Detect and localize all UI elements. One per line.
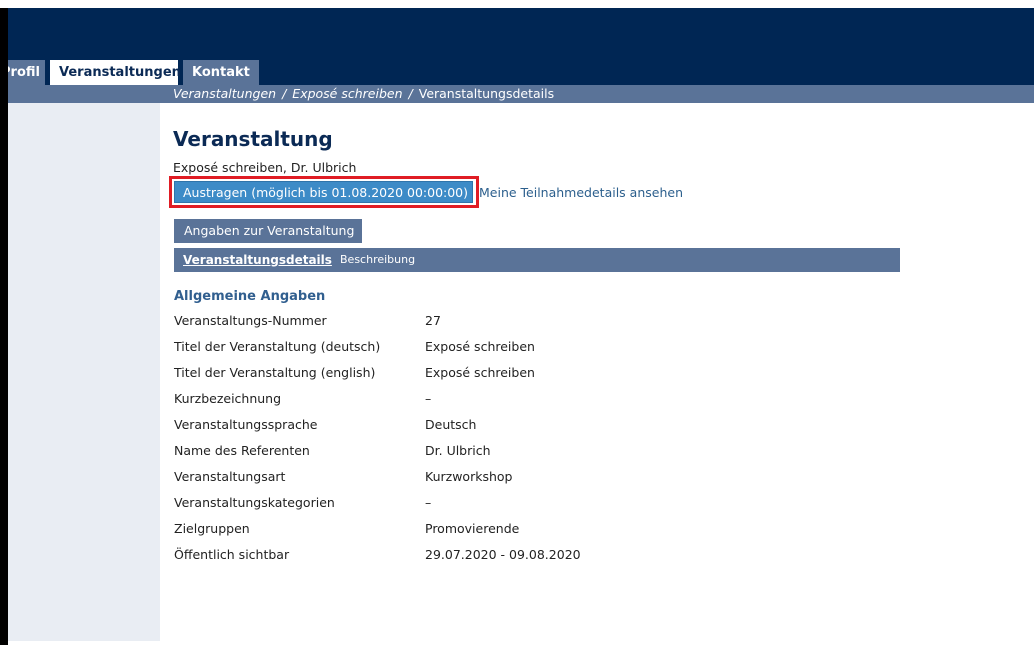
row-label: Zielgruppen	[174, 521, 250, 536]
table-row: Veranstaltungsart Kurzworkshop	[174, 466, 874, 492]
row-value: –	[425, 495, 432, 510]
row-label: Titel der Veranstaltung (deutsch)	[174, 339, 381, 354]
angaben-button[interactable]: Angaben zur Veranstaltung	[174, 219, 362, 243]
page-subtitle: Exposé schreiben, Dr. Ulbrich	[173, 160, 357, 175]
breadcrumb-current: Veranstaltungsdetails	[418, 86, 555, 101]
table-row: Öffentlich sichtbar 29.07.2020 - 09.08.2…	[174, 544, 874, 570]
detail-subtabs: Veranstaltungsdetails Beschreibung	[174, 248, 900, 272]
breadcrumb-bar: Veranstaltungen / Exposé schreiben / Veranst…	[8, 85, 1034, 103]
highlight-annotation	[169, 176, 479, 208]
row-value: Exposé schreiben	[425, 365, 535, 380]
breadcrumb: Veranstaltungen / Exposé schreiben / Veranst…	[173, 85, 554, 103]
table-row: Name des Referenten Dr. Ulbrich	[174, 440, 874, 466]
main-nav-tabs: Profil Veranstaltungen Kontakt	[8, 60, 259, 85]
tab-profil[interactable]: Profil	[8, 60, 45, 85]
table-row: Veranstaltungssprache Deutsch	[174, 414, 874, 440]
page-title: Veranstaltung	[173, 127, 333, 151]
row-value: Promovierende	[425, 521, 520, 536]
table-row: Titel der Veranstaltung (english) Exposé…	[174, 362, 874, 388]
teilnahmedetails-link[interactable]: Meine Teilnahmedetails ansehen	[479, 185, 683, 200]
row-value: 29.07.2020 - 09.08.2020	[425, 547, 581, 562]
frame-top-border	[0, 0, 1034, 8]
table-row: Veranstaltungskategorien –	[174, 492, 874, 518]
row-label: Name des Referenten	[174, 443, 310, 458]
section-title: Allgemeine Angaben	[174, 289, 326, 304]
breadcrumb-link-expose[interactable]: Exposé schreiben	[292, 86, 402, 101]
row-value: Exposé schreiben	[425, 339, 535, 354]
row-value: Kurzworkshop	[425, 469, 513, 484]
row-value: –	[425, 391, 432, 406]
row-label: Veranstaltungsart	[174, 469, 286, 484]
detail-table: Veranstaltungs-Nummer 27 Titel der Veran…	[174, 310, 874, 570]
page-frame: Profil Veranstaltungen Kontakt Veranstal…	[8, 8, 1034, 641]
subtab-beschreibung[interactable]: Beschreibung	[340, 248, 415, 272]
subtab-veranstaltungsdetails[interactable]: Veranstaltungsdetails	[174, 248, 332, 272]
breadcrumb-separator: /	[408, 86, 413, 101]
row-label: Titel der Veranstaltung (english)	[174, 365, 376, 380]
row-label: Veranstaltungssprache	[174, 417, 318, 432]
sidebar	[8, 103, 160, 641]
row-label: Veranstaltungskategorien	[174, 495, 335, 510]
table-row: Zielgruppen Promovierende	[174, 518, 874, 544]
tab-kontakt[interactable]: Kontakt	[183, 60, 259, 85]
table-row: Kurzbezeichnung –	[174, 388, 874, 414]
row-label: Veranstaltungs-Nummer	[174, 313, 327, 328]
row-label: Kurzbezeichnung	[174, 391, 282, 406]
row-value: 27	[425, 313, 441, 328]
row-value: Deutsch	[425, 417, 477, 432]
row-label: Öffentlich sichtbar	[174, 547, 290, 562]
breadcrumb-separator: /	[282, 86, 287, 101]
row-value: Dr. Ulbrich	[425, 443, 491, 458]
frame-left-border	[0, 8, 8, 645]
breadcrumb-link-veranstaltungen[interactable]: Veranstaltungen	[173, 86, 276, 101]
tab-veranstaltungen[interactable]: Veranstaltungen	[50, 60, 181, 85]
table-row: Titel der Veranstaltung (deutsch) Exposé…	[174, 336, 874, 362]
table-row: Veranstaltungs-Nummer 27	[174, 310, 874, 336]
